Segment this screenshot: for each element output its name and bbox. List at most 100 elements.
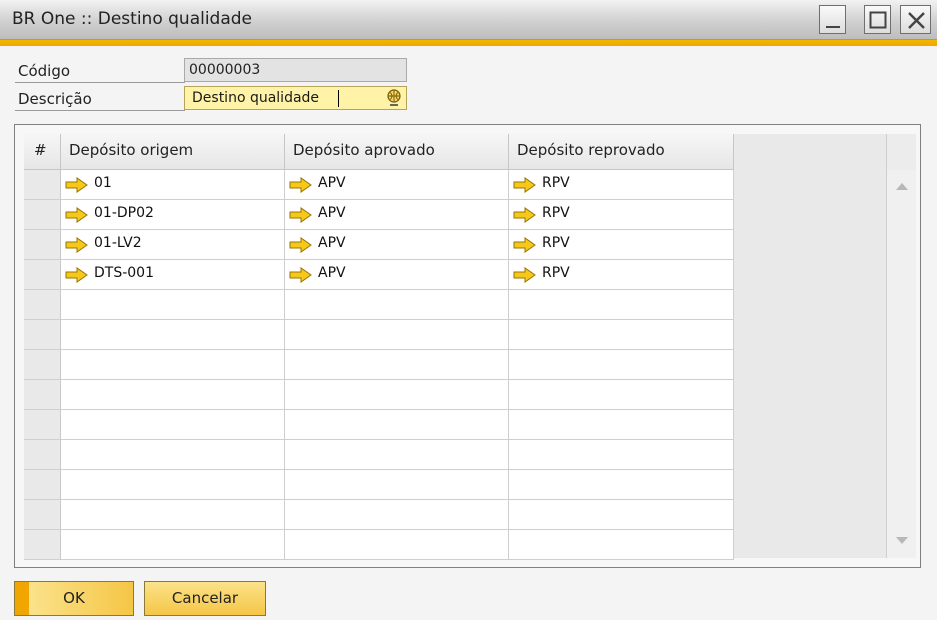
- cell-origem[interactable]: 01-LV2: [61, 230, 285, 260]
- code-field[interactable]: 00000003: [184, 58, 407, 82]
- column-header-reprovado[interactable]: Depósito reprovado: [509, 134, 734, 170]
- link-arrow-icon[interactable]: [289, 177, 313, 197]
- empty-table-row[interactable]: [24, 380, 734, 410]
- cell-reprovado[interactable]: RPV: [509, 260, 734, 290]
- row-header[interactable]: [24, 440, 61, 470]
- table-row[interactable]: DTS-001 APV RPV: [24, 260, 734, 290]
- description-field-value: Destino qualidade: [192, 90, 320, 106]
- cell-aprovado[interactable]: APV: [285, 260, 509, 290]
- cell-aprovado[interactable]: [285, 350, 509, 380]
- empty-table-row[interactable]: [24, 410, 734, 440]
- row-header[interactable]: [24, 410, 61, 440]
- link-arrow-icon[interactable]: [289, 207, 313, 227]
- description-field[interactable]: Destino qualidade: [184, 86, 407, 110]
- cell-reprovado[interactable]: [509, 530, 734, 560]
- column-header-number[interactable]: #: [24, 134, 61, 170]
- cell-reprovado[interactable]: [509, 500, 734, 530]
- cell-origem[interactable]: [61, 440, 285, 470]
- cell-reprovado[interactable]: [509, 440, 734, 470]
- row-header[interactable]: [24, 350, 61, 380]
- cell-aprovado[interactable]: APV: [285, 170, 509, 200]
- cell-reprovado[interactable]: [509, 290, 734, 320]
- cell-reprovado[interactable]: [509, 410, 734, 440]
- cell-aprovado[interactable]: [285, 530, 509, 560]
- cell-reprovado[interactable]: RPV: [509, 230, 734, 260]
- link-arrow-icon[interactable]: [289, 267, 313, 287]
- title-bar: BR One :: Destino qualidade: [0, 0, 937, 40]
- row-header[interactable]: [24, 260, 61, 290]
- cell-origem[interactable]: [61, 500, 285, 530]
- link-arrow-icon[interactable]: [65, 237, 89, 257]
- cell-value: RPV: [542, 235, 570, 251]
- link-arrow-icon[interactable]: [513, 207, 537, 227]
- cell-aprovado[interactable]: APV: [285, 200, 509, 230]
- table-row[interactable]: 01 APV RPV: [24, 170, 734, 200]
- row-header[interactable]: [24, 470, 61, 500]
- empty-table-row[interactable]: [24, 530, 734, 560]
- cell-aprovado[interactable]: [285, 500, 509, 530]
- row-header[interactable]: [24, 170, 61, 200]
- cell-aprovado[interactable]: [285, 410, 509, 440]
- vertical-scrollbar[interactable]: [886, 134, 916, 558]
- cell-aprovado[interactable]: [285, 320, 509, 350]
- empty-table-row[interactable]: [24, 350, 734, 380]
- link-arrow-icon[interactable]: [513, 177, 537, 197]
- cell-origem[interactable]: [61, 290, 285, 320]
- cell-origem[interactable]: 01: [61, 170, 285, 200]
- empty-table-row[interactable]: [24, 290, 734, 320]
- globe-search-icon[interactable]: [385, 88, 403, 112]
- cell-reprovado[interactable]: RPV: [509, 200, 734, 230]
- link-arrow-icon[interactable]: [65, 267, 89, 287]
- cell-aprovado[interactable]: APV: [285, 230, 509, 260]
- cell-aprovado[interactable]: [285, 290, 509, 320]
- cell-value: DTS-001: [94, 265, 154, 281]
- row-header[interactable]: [24, 320, 61, 350]
- table-row[interactable]: 01-LV2 APV RPV: [24, 230, 734, 260]
- cell-value: APV: [318, 265, 346, 281]
- scroll-down-button[interactable]: [891, 530, 913, 550]
- cell-origem[interactable]: [61, 380, 285, 410]
- cell-reprovado[interactable]: [509, 350, 734, 380]
- link-arrow-icon[interactable]: [65, 177, 89, 197]
- column-header-origem[interactable]: Depósito origem: [61, 134, 285, 170]
- scrollbar-track[interactable]: [887, 170, 916, 558]
- maximize-button[interactable]: [864, 5, 891, 34]
- empty-table-row[interactable]: [24, 440, 734, 470]
- chevron-down-icon: [896, 537, 908, 544]
- cell-reprovado[interactable]: [509, 380, 734, 410]
- empty-table-row[interactable]: [24, 500, 734, 530]
- cell-aprovado[interactable]: [285, 380, 509, 410]
- cell-aprovado[interactable]: [285, 470, 509, 500]
- cell-origem[interactable]: [61, 410, 285, 440]
- cell-reprovado[interactable]: RPV: [509, 170, 734, 200]
- column-header-aprovado[interactable]: Depósito aprovado: [285, 134, 509, 170]
- close-icon: [908, 12, 925, 29]
- cell-aprovado[interactable]: [285, 440, 509, 470]
- cell-origem[interactable]: [61, 320, 285, 350]
- link-arrow-icon[interactable]: [513, 237, 537, 257]
- cell-origem[interactable]: [61, 350, 285, 380]
- scroll-up-button[interactable]: [891, 176, 913, 196]
- close-button[interactable]: [900, 5, 931, 34]
- row-header[interactable]: [24, 230, 61, 260]
- row-header[interactable]: [24, 380, 61, 410]
- row-header[interactable]: [24, 200, 61, 230]
- cell-origem[interactable]: [61, 470, 285, 500]
- link-arrow-icon[interactable]: [513, 267, 537, 287]
- cancel-button[interactable]: Cancelar: [144, 581, 266, 616]
- empty-table-row[interactable]: [24, 470, 734, 500]
- ok-button[interactable]: OK: [14, 581, 134, 616]
- cell-origem[interactable]: 01-DP02: [61, 200, 285, 230]
- cell-reprovado[interactable]: [509, 320, 734, 350]
- row-header[interactable]: [24, 290, 61, 320]
- link-arrow-icon[interactable]: [65, 207, 89, 227]
- link-arrow-icon[interactable]: [289, 237, 313, 257]
- table-row[interactable]: 01-DP02 APV RPV: [24, 200, 734, 230]
- row-header[interactable]: [24, 530, 61, 560]
- cell-origem[interactable]: [61, 530, 285, 560]
- minimize-button[interactable]: [819, 5, 846, 34]
- cell-origem[interactable]: DTS-001: [61, 260, 285, 290]
- row-header[interactable]: [24, 500, 61, 530]
- cell-reprovado[interactable]: [509, 470, 734, 500]
- empty-table-row[interactable]: [24, 320, 734, 350]
